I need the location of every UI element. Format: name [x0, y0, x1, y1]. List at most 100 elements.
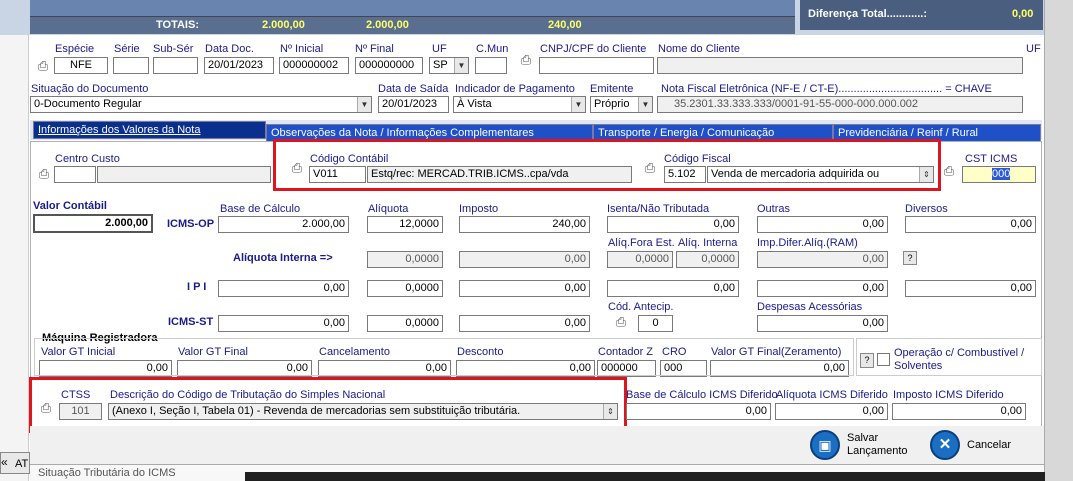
emitente-select[interactable]: Próprio ▼	[590, 96, 653, 113]
aliqfora-label: Alíq.Fora Est.	[608, 237, 675, 249]
printer-icon[interactable]: ⎙	[37, 400, 55, 416]
ipi-base-field[interactable]: 0,00	[218, 280, 349, 297]
especie-label: Espécie	[55, 43, 95, 55]
indpag-select[interactable]: À Vista ▼	[453, 96, 586, 113]
uf2-label: UF	[1026, 43, 1041, 55]
highlight-box-contabil	[273, 139, 941, 191]
codant-label: Cód. Antecip.	[608, 301, 674, 313]
save-button[interactable]: ▣ Salvar Lançamento	[810, 430, 922, 462]
st-aliq-field[interactable]: 0,0000	[367, 315, 443, 332]
ctss-field[interactable]: 101	[59, 403, 102, 420]
imposto-field[interactable]: 240,00	[459, 216, 590, 233]
chevron-down-icon[interactable]: ▼	[357, 97, 371, 112]
uf-select[interactable]: SP ▼	[429, 57, 469, 74]
printer-icon[interactable]: ⎙	[940, 163, 958, 179]
ipi-label: I P I	[187, 281, 207, 293]
totals-value-3: 240,00	[548, 19, 582, 31]
emitente-value: Próprio	[594, 98, 630, 110]
tab-valores[interactable]: Informações dos Valores da Nota	[33, 121, 266, 139]
printer-icon[interactable]: ⎙	[35, 166, 53, 182]
base-field[interactable]: 2.000,00	[218, 216, 349, 233]
subser-label: Sub-Sér	[153, 43, 194, 55]
serie-label: Série	[114, 43, 140, 55]
chevron-down-icon[interactable]: ▼	[638, 97, 652, 112]
diff-value: 0,00	[1012, 8, 1034, 20]
vc-label: Valor Contábil	[33, 200, 107, 212]
ipi-diversos-field[interactable]: 0,00	[905, 280, 1036, 297]
cnpj-field[interactable]	[539, 57, 654, 74]
totals-value-1: 2.000,00	[262, 19, 305, 31]
help-button[interactable]: ?	[903, 251, 917, 265]
maquina-box	[34, 338, 854, 376]
aliqdif-field[interactable]: 0,00	[775, 403, 888, 420]
impdif-label: Imp.Difer.Alíq.(RAM)	[757, 237, 858, 249]
outras-field[interactable]: 0,00	[757, 216, 888, 233]
ctss-desc-value: (Anexo I, Seção I, Tabela 01) - Revenda …	[112, 405, 521, 417]
cancel-button[interactable]: ✕ Cancelar	[930, 430, 1020, 462]
icmsst-label: ICMS-ST	[168, 316, 214, 328]
nome-label: Nome do Cliente	[658, 43, 740, 55]
cancel-label: Cancelar	[967, 439, 1012, 451]
chave-field[interactable]: 35.2301.33.333.333/0001-91-55-000-000.00…	[657, 96, 1023, 113]
aint-field[interactable]: 0,0000	[676, 251, 739, 268]
totals-row	[30, 17, 795, 34]
ctss-desc-field[interactable]: (Anexo I, Seção I, Tabela 01) - Revenda …	[108, 403, 618, 420]
sit-trib-label: Situação Tributária do ICMS	[38, 467, 176, 479]
isenta-field[interactable]: 0,00	[607, 216, 739, 233]
ctss-label: CTSS	[61, 389, 91, 401]
uf-value: SP	[433, 59, 448, 71]
ipi-isenta-field[interactable]: 0,00	[607, 280, 739, 297]
cmun-label: C.Mun	[476, 43, 509, 55]
comb-checkbox[interactable]	[877, 353, 890, 366]
icmsop-label: ICMS-OP	[167, 218, 215, 230]
st-base-field[interactable]: 0,00	[218, 315, 349, 332]
outras-label: Outras	[757, 203, 791, 215]
nfim-field[interactable]: 000000000	[355, 57, 423, 74]
ctss-desc-label: Descrição do Código de Tributação do Sim…	[110, 389, 386, 401]
vc-field[interactable]: 2.000,00	[33, 214, 153, 233]
ipi-aliq-field[interactable]: 0,0000	[367, 280, 443, 297]
scroll-arrows-icon[interactable]: ⇕	[603, 404, 617, 419]
help-button[interactable]: ?	[860, 353, 874, 368]
ai1-field[interactable]: 0,0000	[367, 251, 443, 268]
basedif-field[interactable]: 0,00	[626, 403, 771, 420]
aliqint2-label: Alíquota Interna =>	[233, 252, 333, 264]
chevron-down-icon[interactable]: ▼	[571, 97, 585, 112]
centro-desc-field[interactable]	[97, 166, 271, 183]
datasaida-field[interactable]: 20/01/2023	[378, 96, 449, 113]
impdif-field[interactable]: 0,00	[757, 251, 888, 268]
centro-field[interactable]	[54, 166, 96, 183]
subser-field[interactable]	[153, 57, 198, 74]
cmun-field[interactable]	[475, 57, 507, 74]
nini-field[interactable]: 000000002	[279, 57, 349, 74]
chevron-down-icon[interactable]: ▼	[454, 58, 468, 73]
ai2-field[interactable]: 0,00	[459, 251, 590, 268]
situacao-select[interactable]: 0-Documento Regular ▼	[30, 96, 372, 113]
aliq-field[interactable]: 12,0000	[367, 216, 443, 233]
save-label: Salvar Lançamento	[847, 432, 908, 457]
datadoc-field[interactable]: 20/01/2023	[204, 57, 274, 74]
printer-icon[interactable]: ⎙	[612, 314, 630, 330]
ipi-imp-field[interactable]: 0,00	[459, 280, 590, 297]
nome-field[interactable]	[657, 57, 1023, 74]
printer-icon[interactable]: ⎙	[517, 52, 535, 68]
ipi-outras-field[interactable]: 0,00	[757, 280, 888, 297]
st-imp-field[interactable]: 0,00	[459, 315, 590, 332]
cst-label: CST ICMS	[965, 153, 1018, 165]
chevron-left-icon[interactable]: «	[1, 455, 8, 469]
floppy-disk-icon: ▣	[810, 430, 840, 460]
imposto-label: Imposto	[459, 203, 499, 215]
cst-field[interactable]: 000	[962, 166, 1036, 183]
left-strip	[0, 35, 29, 481]
impdif2-field[interactable]: 0,00	[892, 403, 1026, 420]
nfe-label: Nota Fiscal Eletrônica (NF-E / CT-E)....…	[661, 83, 992, 95]
diversos-field[interactable]: 0,00	[905, 216, 1036, 233]
serie-field[interactable]	[113, 57, 149, 74]
datasaida-label: Data de Saída	[378, 83, 449, 95]
especie-field[interactable]: NFE	[54, 57, 108, 74]
despesas-field[interactable]: 0,00	[757, 315, 888, 332]
afe-field[interactable]: 0,0000	[607, 251, 673, 268]
codant-field[interactable]: 0	[638, 315, 673, 332]
uf-label: UF	[432, 43, 447, 55]
printer-icon[interactable]: ⎙	[34, 58, 52, 74]
